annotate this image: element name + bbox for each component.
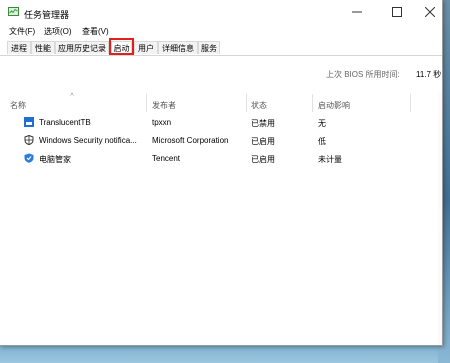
menu-file[interactable]: 文件(F) (9, 26, 35, 37)
tab-services[interactable]: 服务 (198, 41, 220, 54)
column-divider[interactable] (146, 94, 147, 112)
startup-app-publisher: Microsoft Corporation (152, 136, 229, 145)
tab-label: 进程 (11, 43, 27, 53)
title-bar[interactable]: 任务管理器 (0, 0, 442, 24)
menu-options[interactable]: 选项(O) (44, 26, 72, 37)
tab-details[interactable]: 详细信息 (158, 41, 198, 54)
column-header-status[interactable]: 状态 (251, 100, 267, 111)
close-button[interactable] (413, 0, 447, 24)
tab-app-history[interactable]: 应用历史记录 (55, 41, 109, 54)
tab-label: 详细信息 (162, 43, 194, 53)
table-row[interactable]: Windows Security notifica... Microsoft C… (0, 132, 442, 150)
tab-label: 服务 (201, 43, 217, 53)
table-row[interactable]: 电脑管家 Tencent 已启用 未计量 (0, 150, 442, 168)
tab-bar: 进程 性能 应用历史记录 启动 用户 详细信息 服务 (0, 39, 442, 56)
minimize-button[interactable] (340, 0, 374, 24)
startup-app-status: 已禁用 (251, 119, 275, 128)
tab-startup[interactable]: 启动 (111, 41, 132, 54)
startup-app-impact: 未计量 (318, 155, 342, 164)
bios-time-value: 11.7 秒 (416, 70, 442, 79)
translucenttb-icon (24, 117, 34, 127)
column-divider[interactable] (410, 94, 411, 112)
tab-performance[interactable]: 性能 (31, 41, 55, 54)
tab-label: 用户 (138, 43, 154, 53)
tab-label: 应用历史记录 (58, 43, 106, 53)
startup-app-publisher: Tencent (152, 154, 181, 163)
startup-app-impact: 无 (318, 119, 326, 128)
menu-view[interactable]: 查看(V) (82, 26, 109, 37)
tab-label: 启动 (113, 43, 130, 53)
column-header-publisher[interactable]: 发布者 (152, 100, 176, 111)
maximize-button[interactable] (380, 0, 414, 24)
column-header-startup-impact[interactable]: 启动影响 (318, 100, 350, 111)
tab-users[interactable]: 用户 (134, 41, 158, 54)
vertical-scrollbar[interactable] (438, 92, 442, 345)
startup-app-impact: 低 (318, 137, 326, 146)
tab-label: 性能 (35, 43, 51, 53)
close-icon (425, 7, 435, 17)
menu-bar: 文件(F) 选项(O) 查看(V) (0, 25, 442, 38)
startup-app-publisher: tpxxn (152, 118, 172, 127)
column-header-name[interactable]: 名称 (10, 100, 26, 111)
column-divider[interactable] (312, 94, 313, 112)
bios-time-label: 上次 BIOS 所用时间: (326, 70, 400, 79)
column-divider[interactable] (246, 94, 247, 112)
startup-app-status: 已启用 (251, 155, 275, 164)
startup-app-name: Windows Security notifica... (39, 136, 137, 145)
minimize-icon (352, 11, 362, 13)
task-manager-app-icon (8, 7, 19, 16)
startup-app-status: 已启用 (251, 137, 275, 146)
window-title: 任务管理器 (24, 10, 70, 20)
tab-processes[interactable]: 进程 (7, 41, 31, 54)
startup-app-name: TranslucentTB (39, 118, 91, 127)
pc-manager-icon (24, 153, 34, 163)
table-row[interactable]: TranslucentTB tpxxn 已禁用 无 (0, 114, 442, 132)
shield-icon (24, 135, 34, 145)
task-manager-window: 任务管理器 文件(F) 选项(O) 查看(V) 进程 性能 应用历史记录 启动 … (0, 0, 443, 346)
sort-caret-icon: ^ (70, 93, 74, 100)
startup-app-name: 电脑管家 (39, 155, 71, 164)
maximize-icon (392, 7, 402, 17)
